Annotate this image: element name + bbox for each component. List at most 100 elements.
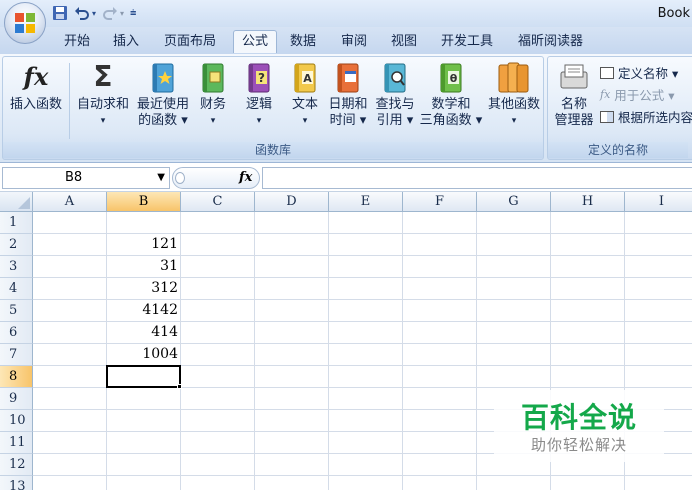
tab-formulas[interactable]: 公式: [233, 30, 277, 53]
cell-b3[interactable]: 31: [107, 256, 181, 277]
create-from-selection-button[interactable]: 根据所选内容: [600, 107, 692, 126]
column-gridline: [402, 212, 403, 490]
define-name-button[interactable]: 定义名称 ▾: [600, 63, 678, 82]
tab-developer[interactable]: 开发工具: [437, 31, 497, 54]
name-box-dropdown-icon[interactable]: ▼: [157, 168, 165, 188]
row-header-12[interactable]: 12: [0, 454, 33, 476]
svg-text:A: A: [303, 72, 312, 85]
watermark-title: 百科全说: [520, 401, 637, 434]
tab-review[interactable]: 审阅: [337, 31, 371, 54]
function-library-group: fx 插入函数 Σ 自动求和 ▾ 最近使用 的函数 ▾ 财务 ▾ ? 逻辑 ▾ …: [2, 56, 544, 160]
cell-b5[interactable]: 4142: [107, 300, 181, 321]
cell-b4[interactable]: 312: [107, 278, 181, 299]
row-header-3[interactable]: 3: [0, 256, 33, 278]
tab-page-layout[interactable]: 页面布局: [160, 31, 220, 54]
insert-function-icon: fx: [23, 62, 49, 91]
row-header-11[interactable]: 11: [0, 432, 33, 454]
sigma-icon: Σ: [93, 60, 113, 93]
excel-window: ▾ ▾ ⩧ Book 开始 插入 页面布局 公式 数据 审阅 视图 开发工具 福…: [0, 0, 692, 490]
watermark-subtitle: 助你轻松解决: [530, 436, 627, 454]
customize-icon[interactable]: ⩧: [130, 6, 136, 20]
define-name-icon: [600, 66, 614, 79]
row-header-9[interactable]: 9: [0, 388, 33, 410]
column-header-a[interactable]: A: [33, 192, 107, 212]
insert-function-button[interactable]: fx 插入函数: [5, 59, 67, 113]
text-button[interactable]: A 文本 ▾: [285, 59, 325, 129]
lookup-book-icon: [372, 59, 418, 95]
name-box-value: B8: [65, 170, 83, 185]
logical-book-icon: ?: [239, 59, 279, 95]
formula-input[interactable]: [262, 167, 692, 189]
select-all-corner[interactable]: [0, 192, 33, 212]
row-header-7[interactable]: 7: [0, 344, 33, 366]
cell-b6[interactable]: 414: [107, 322, 181, 343]
defined-names-group: 名称 管理器 定义名称 ▾ fx 用于公式 ▾ 根据所选内容 定义的名称: [547, 56, 692, 160]
tab-view[interactable]: 视图: [387, 31, 421, 54]
redo-icon[interactable]: [102, 5, 118, 21]
column-header-h[interactable]: H: [551, 192, 625, 212]
column-gridline: [476, 212, 477, 490]
watermark: 百科全说 助你轻松解决: [494, 390, 664, 462]
save-icon[interactable]: [52, 5, 68, 21]
more-functions-books-icon: [485, 59, 543, 95]
row-header-13[interactable]: 13: [0, 476, 33, 490]
row-header-1[interactable]: 1: [0, 212, 33, 234]
column-header-f[interactable]: F: [403, 192, 477, 212]
row-header-5[interactable]: 5: [0, 300, 33, 322]
column-gridline: [254, 212, 255, 490]
office-button[interactable]: [4, 2, 46, 44]
create-from-selection-icon: [600, 110, 614, 123]
fill-handle[interactable]: [177, 384, 182, 389]
logical-button[interactable]: ? 逻辑 ▾: [239, 59, 279, 129]
more-functions-button[interactable]: 其他函数 ▾: [485, 59, 543, 129]
row-header-2[interactable]: 2: [0, 234, 33, 256]
financial-button[interactable]: 财务 ▾: [195, 59, 231, 129]
svg-text:?: ?: [258, 71, 265, 85]
tab-foxit-reader[interactable]: 福昕阅读器: [514, 31, 587, 54]
date-time-book-icon: [325, 59, 371, 95]
column-header-i[interactable]: I: [625, 192, 692, 212]
undo-icon[interactable]: [74, 5, 90, 21]
autosum-button[interactable]: Σ 自动求和 ▾: [73, 59, 133, 129]
tab-data[interactable]: 数据: [286, 31, 320, 54]
column-header-b[interactable]: B: [107, 192, 181, 212]
undo-dropdown-icon[interactable]: ▾: [92, 9, 96, 18]
ribbon-panel: fx 插入函数 Σ 自动求和 ▾ 最近使用 的函数 ▾ 财务 ▾ ? 逻辑 ▾ …: [0, 54, 692, 163]
column-header-d[interactable]: D: [255, 192, 329, 212]
row-header-10[interactable]: 10: [0, 410, 33, 432]
date-time-button[interactable]: 日期和 时间 ▾: [325, 59, 371, 129]
ribbon-tabs: 开始 插入 页面布局 公式 数据 审阅 视图 开发工具 福昕阅读器: [0, 27, 692, 54]
row-gridline: [33, 475, 692, 476]
function-library-label: 函数库: [3, 142, 543, 158]
financial-book-icon: [195, 59, 231, 95]
column-gridline: [328, 212, 329, 490]
lookup-reference-button[interactable]: 查找与 引用 ▾: [372, 59, 418, 129]
cell-b7[interactable]: 1004: [107, 344, 181, 365]
tab-home[interactable]: 开始: [60, 31, 94, 54]
column-header-c[interactable]: C: [181, 192, 255, 212]
quick-access-toolbar: ▾ ▾ ⩧: [52, 4, 136, 22]
math-trig-button[interactable]: θ 数学和 三角函数 ▾: [419, 59, 483, 129]
formula-bar: B8 ▼ fx: [0, 164, 692, 192]
row-header-4[interactable]: 4: [0, 278, 33, 300]
recently-used-button[interactable]: 最近使用 的函数 ▾: [133, 59, 193, 129]
row-header-8[interactable]: 8: [0, 366, 33, 388]
window-title: Book: [657, 6, 690, 21]
name-manager-icon: [550, 59, 598, 95]
name-box[interactable]: B8 ▼: [2, 167, 170, 189]
row-header-6[interactable]: 6: [0, 322, 33, 344]
formula-buttons: fx: [172, 167, 260, 189]
collapse-handle-icon[interactable]: [175, 172, 185, 184]
insert-function-fx-icon[interactable]: fx: [239, 170, 252, 185]
active-cell-b8[interactable]: [106, 365, 181, 388]
text-book-icon: A: [285, 59, 325, 95]
tab-insert[interactable]: 插入: [109, 31, 143, 54]
use-in-formula-button[interactable]: fx 用于公式 ▾: [600, 85, 675, 104]
cell-b2[interactable]: 121: [107, 234, 181, 255]
name-manager-button[interactable]: 名称 管理器: [550, 59, 598, 129]
column-header-g[interactable]: G: [477, 192, 551, 212]
title-bar: ▾ ▾ ⩧ Book: [0, 0, 692, 27]
column-header-e[interactable]: E: [329, 192, 403, 212]
redo-dropdown-icon[interactable]: ▾: [120, 9, 124, 18]
math-book-icon: θ: [419, 59, 483, 95]
